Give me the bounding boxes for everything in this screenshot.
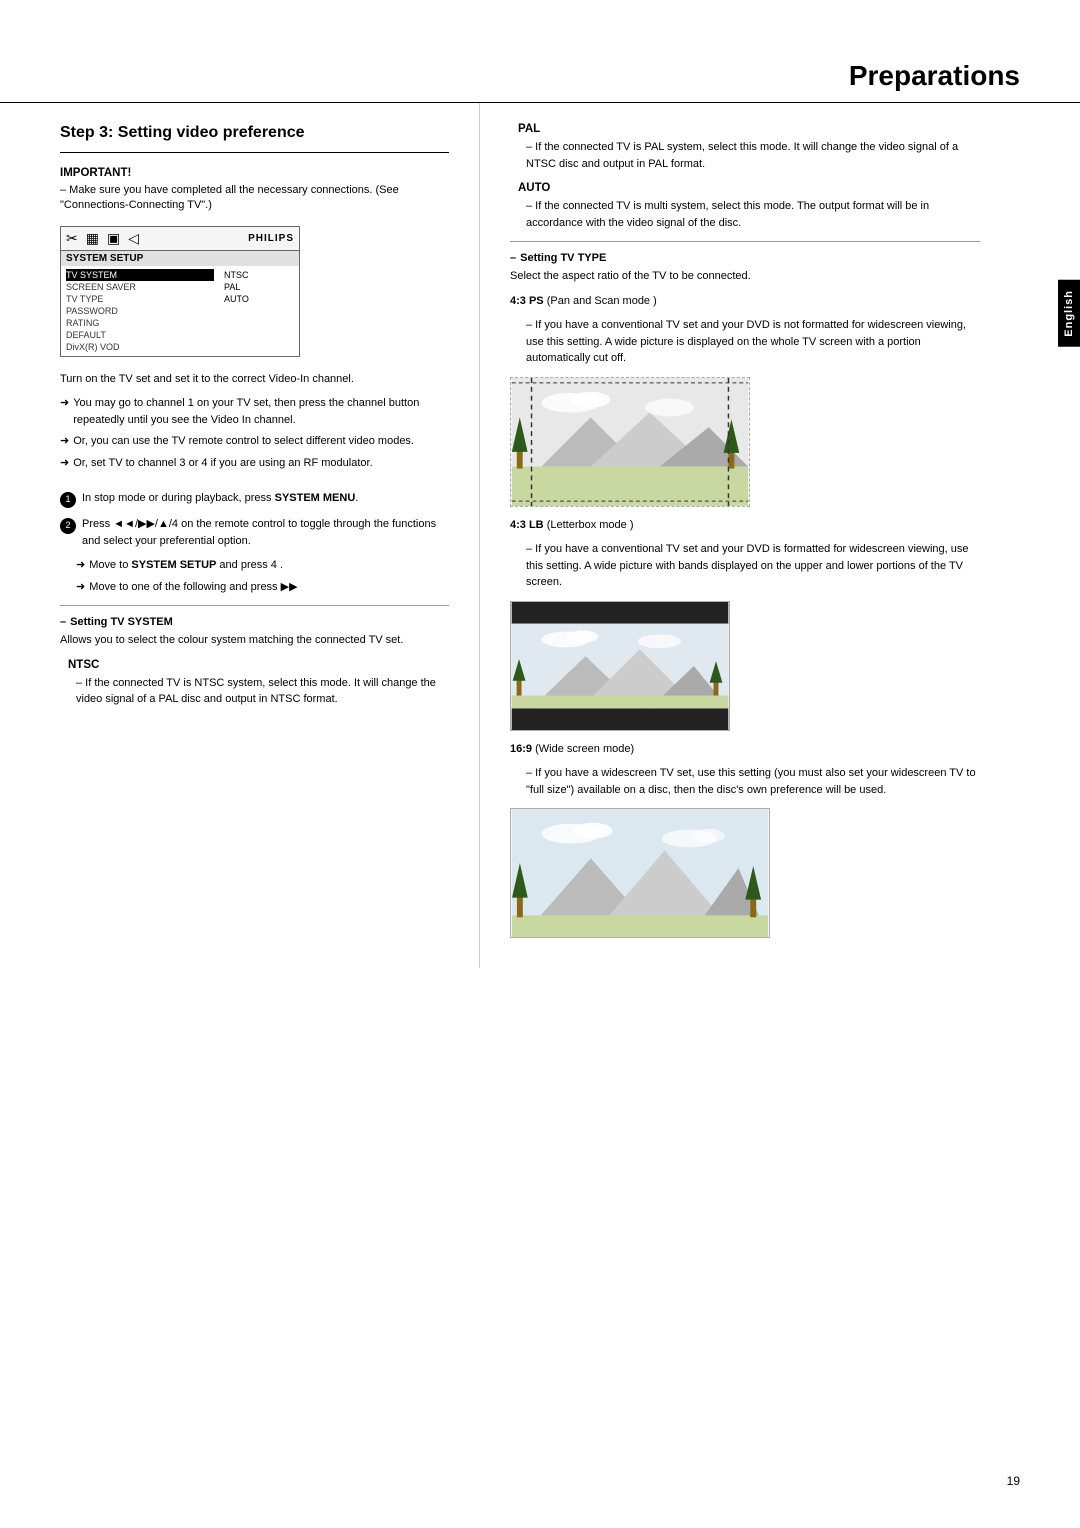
arrow-text-2: Or, you can use the TV remote control to… xyxy=(73,433,414,450)
sub-heading-tvtype-label: Setting TV TYPE xyxy=(520,252,606,264)
menu-value-ntsc: NTSC xyxy=(224,269,294,281)
menu-value-auto: AUTO xyxy=(224,293,294,305)
grid-icon: ▦ xyxy=(86,230,99,247)
content-columns: Step 3: Setting video preference IMPORTA… xyxy=(0,103,1080,968)
wide-label-suffix: (Wide screen mode) xyxy=(535,743,634,755)
step-1: 1 In stop mode or during playback, press… xyxy=(60,490,449,508)
philips-logo: PHILIPS xyxy=(248,233,294,244)
important-label: IMPORTANT! xyxy=(60,167,449,179)
wide-image xyxy=(510,808,770,938)
ps-label-line: 4:3 PS (Pan and Scan mode ) xyxy=(510,293,980,310)
step-2-text: Press ◄◄/▶▶/▲/4 on the remote control to… xyxy=(82,516,449,549)
page-number: 19 xyxy=(1007,1474,1020,1488)
pal-label: PAL xyxy=(518,123,980,135)
lb-image xyxy=(510,601,730,731)
menu-item-password: PASSWORD xyxy=(66,305,214,317)
arrow-item-1: ➜ You may go to channel 1 on your TV set… xyxy=(60,395,449,428)
arrow-sym-2: ➜ xyxy=(60,433,69,450)
step-heading: Step 3: Setting video preference xyxy=(60,123,449,153)
arrow-item-5: ➜ Move to one of the following and press… xyxy=(60,579,449,596)
menu-left-items: TV SYSTEM SCREEN SAVER TV TYPE PASSWORD … xyxy=(61,269,219,353)
divider-1 xyxy=(60,605,449,606)
menu-value-pal: PAL xyxy=(224,281,294,293)
dash-sym: – xyxy=(60,616,66,628)
arrow-text-3: Or, set TV to channel 3 or 4 if you are … xyxy=(73,455,372,472)
arrow-sym-5: ➜ xyxy=(76,579,85,596)
lb-svg xyxy=(511,602,729,730)
arrow-item-3: ➜ Or, set TV to channel 3 or 4 if you ar… xyxy=(60,455,449,472)
arrow-sym-3: ➜ xyxy=(60,455,69,472)
menu-header: ✂ ▦ ▣ ◁ PHILIPS xyxy=(61,227,299,251)
page-title: Preparations xyxy=(0,60,1080,103)
tvtype-text: Select the aspect ratio of the TV to be … xyxy=(510,268,980,285)
lb-label: 4:3 LB xyxy=(510,519,544,531)
menu-item-default: DEFAULT xyxy=(66,329,214,341)
sub-heading-tvtype: – Setting TV TYPE xyxy=(510,252,980,264)
step-num-2: 2 xyxy=(60,518,76,534)
auto-label: AUTO xyxy=(518,182,980,194)
menu-item-rating: RATING xyxy=(66,317,214,329)
ps-label: 4:3 PS xyxy=(510,295,544,307)
body-text-1: Turn on the TV set and set it to the cor… xyxy=(60,371,449,388)
sub-heading-tvsystem: – Setting TV SYSTEM xyxy=(60,616,449,628)
ps-text: – If you have a conventional TV set and … xyxy=(510,317,980,367)
ps-label-suffix: (Pan and Scan mode ) xyxy=(547,295,657,307)
wide-label: 16:9 xyxy=(510,743,532,755)
ps-image xyxy=(510,377,750,507)
step-num-1: 1 xyxy=(60,492,76,508)
menu-item-tvtype: TV TYPE xyxy=(66,293,214,305)
menu-item-tvsystem: TV SYSTEM xyxy=(66,269,214,281)
menu-item-divx: DivX(R) VOD xyxy=(66,341,214,353)
menu-items: TV SYSTEM SCREEN SAVER TV TYPE PASSWORD … xyxy=(61,266,299,356)
ps-svg xyxy=(511,378,749,506)
arrow-sym-4: ➜ xyxy=(76,557,85,574)
settings-icon: ▣ xyxy=(107,230,120,247)
english-tab: English xyxy=(1058,280,1080,347)
arrow-text-5: Move to one of the following and press ▶… xyxy=(89,579,297,596)
divider-2 xyxy=(510,241,980,242)
sound-icon: ◁ xyxy=(128,230,139,247)
arrow-text-4: Move to SYSTEM SETUP and press 4 . xyxy=(89,557,283,574)
arrow-sym-1: ➜ xyxy=(60,395,69,412)
pal-text: – If the connected TV is PAL system, sel… xyxy=(510,139,980,172)
wide-text: – If you have a widescreen TV set, use t… xyxy=(510,765,980,798)
lb-text: – If you have a conventional TV set and … xyxy=(510,541,980,591)
arrow-item-2: ➜ Or, you can use the TV remote control … xyxy=(60,433,449,450)
ntsc-label: NTSC xyxy=(68,659,449,671)
wide-label-line: 16:9 (Wide screen mode) xyxy=(510,741,980,758)
step-1-text: In stop mode or during playback, press S… xyxy=(82,490,358,507)
lb-label-suffix: (Letterbox mode ) xyxy=(547,519,634,531)
lb-label-line: 4:3 LB (Letterbox mode ) xyxy=(510,517,980,534)
sub-heading-label: Setting TV SYSTEM xyxy=(70,616,173,628)
tvsystem-text: Allows you to select the colour system m… xyxy=(60,632,449,649)
important-text: – Make sure you have completed all the n… xyxy=(60,183,449,214)
left-column: Step 3: Setting video preference IMPORTA… xyxy=(0,103,480,968)
ntsc-text: – If the connected TV is NTSC system, se… xyxy=(60,675,449,708)
arrow-item-4: ➜ Move to SYSTEM SETUP and press 4 . xyxy=(60,557,449,574)
menu-title: SYSTEM SETUP xyxy=(61,251,299,266)
right-column: PAL – If the connected TV is PAL system,… xyxy=(480,103,1040,968)
menu-right-values: NTSC PAL AUTO xyxy=(219,269,299,353)
arrow-text-1: You may go to channel 1 on your TV set, … xyxy=(73,395,449,428)
wide-svg xyxy=(511,809,769,937)
menu-item-screensaver: SCREEN SAVER xyxy=(66,281,214,293)
dash-sym-2: – xyxy=(510,252,516,264)
step-2: 2 Press ◄◄/▶▶/▲/4 on the remote control … xyxy=(60,516,449,549)
page-container: Preparations English Step 3: Setting vid… xyxy=(0,0,1080,1528)
auto-text: – If the connected TV is multi system, s… xyxy=(510,198,980,231)
menu-screenshot: ✂ ▦ ▣ ◁ PHILIPS SYSTEM SETUP TV SYSTEM S… xyxy=(60,226,300,357)
scissors-icon: ✂ xyxy=(66,230,78,247)
